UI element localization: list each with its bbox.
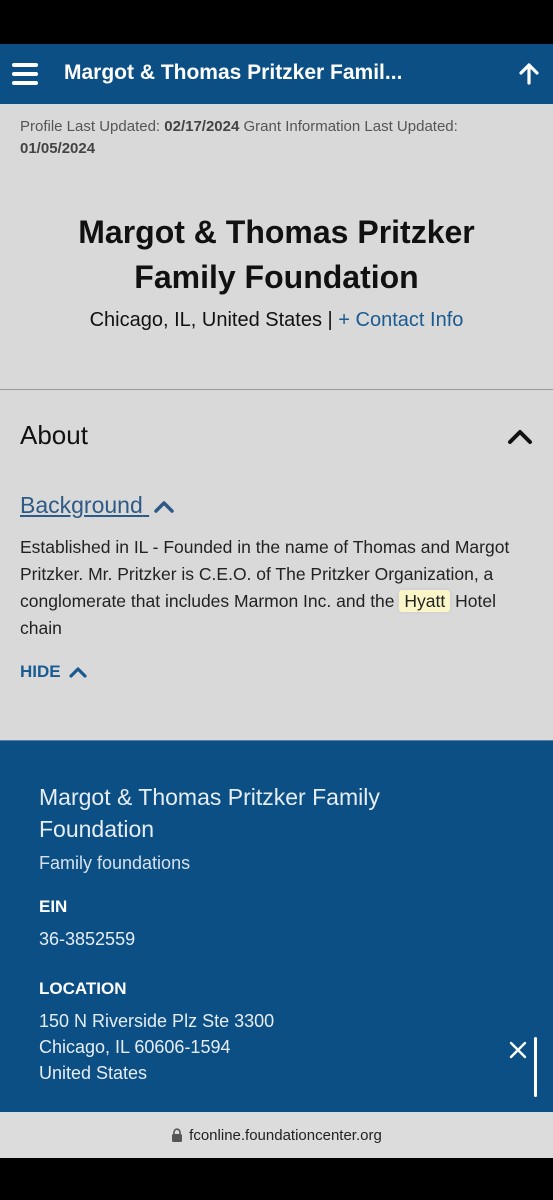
section-divider (0, 389, 553, 390)
app-header: Margot & Thomas Pritzker Famil... (0, 44, 553, 104)
chevron-up-icon[interactable] (507, 426, 533, 446)
scrollbar[interactable] (534, 1037, 537, 1097)
about-heading: About (20, 420, 88, 450)
grant-updated-date: 01/05/2024 (20, 140, 96, 157)
page-title-line2: Family Foundation (134, 259, 419, 295)
org-location: Chicago, IL, United States (89, 309, 322, 331)
arrow-up-icon[interactable] (519, 62, 539, 86)
browser-url-bar[interactable]: fconline.foundationcenter.org (0, 1112, 553, 1158)
address-line2: Chicago, IL 60606-1594 (39, 1037, 231, 1057)
address-line3: United States (39, 1063, 148, 1083)
org-location-row: Chicago, IL, United States | + Contact I… (0, 309, 553, 332)
background-link-label: Background (20, 492, 143, 518)
location-label: LOCATION (39, 979, 127, 998)
lock-icon (172, 1128, 183, 1142)
close-icon[interactable] (506, 1038, 530, 1062)
contact-info-link[interactable]: + Contact Info (338, 309, 463, 331)
highlighted-text: Hyatt (399, 590, 451, 612)
chevron-up-icon (69, 667, 87, 678)
chevron-up-icon (154, 501, 174, 513)
location-separator: | (327, 309, 333, 331)
hide-label: HIDE (20, 662, 61, 681)
hide-button[interactable]: HIDE (20, 662, 87, 682)
last-updated-info: Profile Last Updated: 02/17/2024 Grant I… (20, 116, 530, 160)
address-line1: 150 N Riverside Plz Ste 3300 (39, 1011, 275, 1031)
footer: Margot & Thomas Pritzker Family Foundati… (0, 740, 553, 1112)
bottom-bar (0, 1158, 553, 1200)
menu-icon[interactable] (12, 63, 40, 87)
page-title-line1: Margot & Thomas Pritzker (78, 214, 475, 250)
header-title: Margot & Thomas Pritzker Famil... (64, 61, 403, 84)
status-bar (0, 0, 553, 44)
ein-label: EIN (39, 897, 68, 916)
url-text: fconline.foundationcenter.org (189, 1126, 382, 1144)
grant-updated-label: Grant Information Last Updated: (243, 118, 458, 135)
footer-org-type: Family foundations (39, 853, 191, 873)
profile-updated-label: Profile Last Updated: (20, 118, 161, 135)
footer-org-name: Margot & Thomas Pritzker Family Foundati… (39, 784, 380, 842)
main-content: Profile Last Updated: 02/17/2024 Grant I… (0, 104, 553, 740)
ein-value: 36-3852559 (39, 929, 136, 949)
background-toggle-link[interactable]: Background (20, 492, 175, 519)
background-description: Established in IL - Founded in the name … (20, 534, 535, 642)
page-title: Margot & Thomas Pritzker Family Foundati… (20, 210, 533, 300)
profile-updated-date: 02/17/2024 (164, 118, 240, 135)
